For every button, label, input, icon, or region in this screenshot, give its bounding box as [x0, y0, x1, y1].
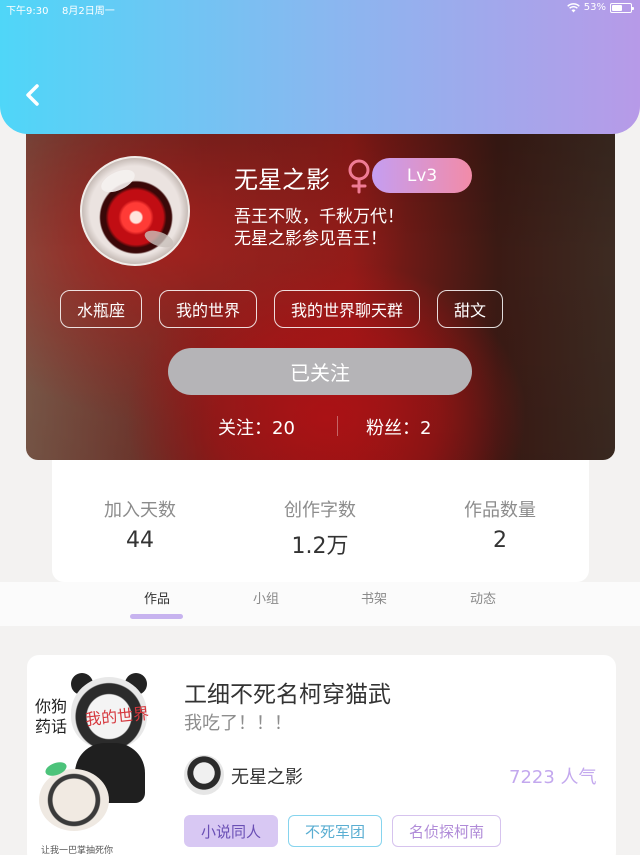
stat-words: 创作字数 1.2万: [250, 496, 390, 560]
status-right: 53%: [566, 2, 634, 13]
tab-bookshelf[interactable]: 书架: [361, 588, 387, 607]
tab-activity[interactable]: 动态: [470, 588, 496, 607]
header-bar: 下午9:30 8月2日周一 53%: [0, 0, 640, 134]
active-tab-indicator: [130, 614, 183, 619]
work-cover-image[interactable]: 你狗 药话 我的世界 让我一巴掌抽死你: [35, 673, 175, 855]
work-title[interactable]: 工细不死名柯穿猫武: [184, 675, 391, 709]
stat-works: 作品数量 2: [430, 496, 570, 553]
profile-tag[interactable]: 甜文: [437, 290, 504, 328]
stat-label: 作品数量: [464, 500, 536, 521]
stat-label: 创作字数: [284, 500, 356, 521]
profile-tag[interactable]: 我的世界聊天群: [274, 290, 421, 328]
work-tag[interactable]: 小说同人: [184, 815, 279, 847]
user-bio: 吾王不败，千秋万代！ 无星之影参见吾王！: [234, 206, 404, 250]
battery-percent: 53%: [583, 2, 606, 13]
stat-value: 2: [493, 528, 507, 553]
female-symbol-icon: [348, 159, 370, 194]
work-card[interactable]: 你狗 药话 我的世界 让我一巴掌抽死你 工细不死名柯穿猫武 我吃了！！！ 无星之…: [27, 655, 616, 855]
profile-tag[interactable]: 我的世界: [159, 290, 258, 328]
stat-value: 44: [126, 528, 154, 553]
status-time: 下午9:30: [6, 6, 49, 17]
status-date: 8月2日周一: [62, 6, 115, 17]
stat-value: 1.2万: [291, 534, 349, 559]
popularity-count: 7223 人气: [509, 767, 597, 788]
author-name[interactable]: 无星之影: [231, 763, 303, 789]
bio-line: 无星之影参见吾王！: [234, 229, 387, 249]
count-divider: [337, 416, 338, 436]
cover-panda-face: [39, 769, 109, 831]
follow-counts: 关注：20 粉丝：2: [26, 414, 615, 440]
avatar-highlight: [97, 165, 139, 197]
work-tag[interactable]: 不死军团: [288, 815, 383, 847]
stat-label: 加入天数: [104, 500, 176, 521]
avatar-shade: [142, 227, 176, 251]
bio-line: 吾王不败，千秋万代！: [234, 207, 404, 227]
tab-bar: 作品 小组 书架 动态: [0, 582, 640, 626]
level-badge: Lv3: [372, 158, 472, 193]
stats-panel: 加入天数 44 创作字数 1.2万 作品数量 2: [52, 440, 589, 582]
profile-card: 无星之影 Lv3 吾王不败，千秋万代！ 无星之影参见吾王！ 水瓶座 我的世界 我…: [26, 118, 615, 460]
cover-text: 你狗 药话: [35, 697, 68, 736]
status-bar: 下午9:30 8月2日周一 53%: [6, 2, 634, 17]
chevron-left-icon[interactable]: [22, 80, 44, 110]
tab-works[interactable]: 作品: [144, 588, 170, 607]
follow-button[interactable]: 已关注: [168, 348, 472, 395]
profile-tag[interactable]: 水瓶座: [60, 290, 143, 328]
work-tags: 小说同人 不死军团 名侦探柯南: [184, 815, 502, 847]
user-name: 无星之影: [234, 166, 330, 194]
wifi-icon: [566, 2, 580, 12]
following-count[interactable]: 关注：20: [218, 414, 295, 440]
cover-caption: 让我一巴掌抽死你: [41, 846, 114, 855]
tab-groups[interactable]: 小组: [253, 588, 279, 607]
avatar[interactable]: [80, 156, 190, 266]
work-description: 我吃了！！！: [184, 713, 292, 734]
author-avatar[interactable]: [184, 755, 224, 795]
work-tag[interactable]: 名侦探柯南: [392, 815, 502, 847]
fans-count[interactable]: 粉丝：2: [366, 414, 431, 440]
stat-days: 加入天数 44: [70, 496, 210, 553]
profile-tags: 水瓶座 我的世界 我的世界聊天群 甜文: [60, 290, 504, 328]
battery-icon: [610, 2, 634, 13]
